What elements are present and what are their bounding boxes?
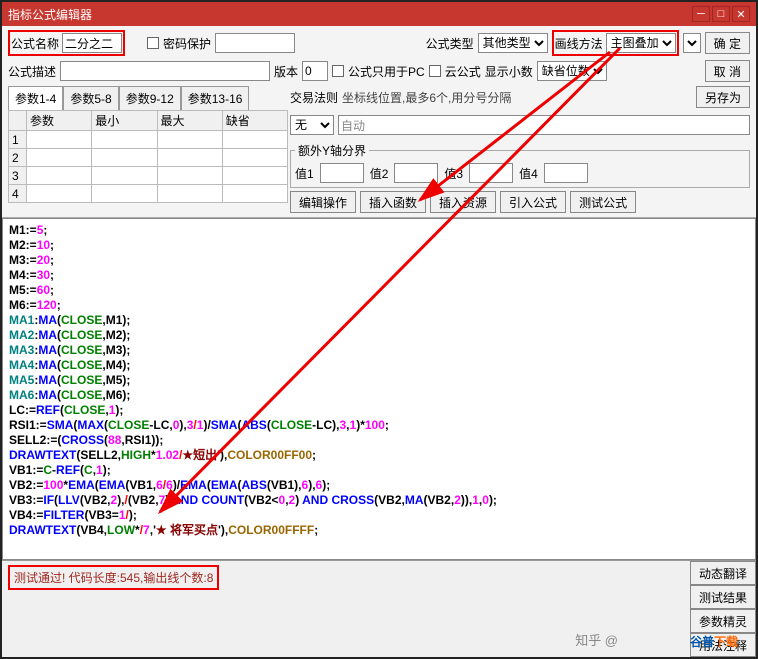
dyntrans-button[interactable]: 动态翻译 bbox=[690, 561, 756, 585]
version-label: 版本 bbox=[274, 63, 298, 80]
draw-label: 画线方法 bbox=[555, 35, 603, 52]
traderule-label: 交易法则 bbox=[290, 89, 338, 106]
param-tabs: 参数1-4 参数5-8 参数9-12 参数13-16 bbox=[8, 86, 288, 110]
form-area: 公式名称 密码保护 公式类型 其他类型 画线方法 主图叠加 确 定 公式描述 版… bbox=[2, 26, 756, 218]
y-axis-group: 额外Y轴分界 值1 值2 值3 值4 bbox=[290, 142, 750, 188]
pconly-label: 公式只用于PC bbox=[348, 63, 425, 80]
pwd-checkbox[interactable] bbox=[147, 37, 159, 49]
titlebar: 指标公式编辑器 ─ □ ✕ bbox=[2, 2, 756, 26]
val1-label: 值1 bbox=[295, 165, 314, 182]
traderule-select[interactable]: 无 bbox=[290, 115, 334, 135]
val3-input[interactable] bbox=[469, 163, 513, 183]
pwd-label: 密码保护 bbox=[163, 35, 211, 52]
ok-button[interactable]: 确 定 bbox=[705, 32, 750, 54]
draw-select-extra[interactable] bbox=[683, 33, 701, 53]
cancel-button[interactable]: 取 消 bbox=[705, 60, 750, 82]
col-max: 最大 bbox=[157, 111, 222, 131]
tab-params-9-12[interactable]: 参数9-12 bbox=[119, 86, 181, 110]
pconly-checkbox[interactable] bbox=[332, 65, 344, 77]
testfm-button[interactable]: 测试公式 bbox=[570, 191, 636, 213]
val4-input[interactable] bbox=[544, 163, 588, 183]
importfm-button[interactable]: 引入公式 bbox=[500, 191, 566, 213]
val3-label: 值3 bbox=[444, 165, 463, 182]
y-axis-legend: 额外Y轴分界 bbox=[295, 142, 369, 159]
maximize-icon[interactable]: □ bbox=[712, 6, 730, 22]
tab-params-5-8[interactable]: 参数5-8 bbox=[63, 86, 118, 110]
insertres-button[interactable]: 插入资源 bbox=[430, 191, 496, 213]
saveas-button[interactable]: 另存为 bbox=[696, 86, 750, 108]
decimals-label: 显示小数 bbox=[485, 63, 533, 80]
val2-input[interactable] bbox=[394, 163, 438, 183]
code-editor[interactable]: M1:=5;M2:=10;M3:=20;M4:=30;M5:=60;M6:=12… bbox=[2, 218, 756, 560]
tab-params-13-16[interactable]: 参数13-16 bbox=[181, 86, 250, 110]
cloud-checkbox[interactable] bbox=[429, 65, 441, 77]
col-default: 缺省 bbox=[222, 111, 287, 131]
window-title: 指标公式编辑器 bbox=[8, 6, 92, 23]
table-row: 2 bbox=[9, 149, 288, 167]
desc-input[interactable] bbox=[60, 61, 270, 81]
param-table: 参数 最小 最大 缺省 1 2 3 4 bbox=[8, 110, 288, 203]
table-row: 4 bbox=[9, 185, 288, 203]
watermark-zhihu: 知乎 @ bbox=[575, 630, 618, 649]
editops-button[interactable]: 编辑操作 bbox=[290, 191, 356, 213]
type-label: 公式类型 bbox=[426, 35, 474, 52]
pos-input[interactable] bbox=[338, 115, 750, 135]
draw-select[interactable]: 主图叠加 bbox=[606, 33, 676, 53]
type-select[interactable]: 其他类型 bbox=[478, 33, 548, 53]
col-param: 参数 bbox=[27, 111, 92, 131]
version-input[interactable] bbox=[302, 61, 328, 81]
decimals-select[interactable]: 缺省位数 bbox=[537, 61, 607, 81]
table-row: 3 bbox=[9, 167, 288, 185]
insertfn-button[interactable]: 插入函数 bbox=[360, 191, 426, 213]
watermark: 谷普下载 bbox=[690, 630, 738, 651]
name-label: 公式名称 bbox=[11, 35, 59, 52]
pwd-input[interactable] bbox=[215, 33, 295, 53]
val4-label: 值4 bbox=[519, 165, 538, 182]
col-min: 最小 bbox=[92, 111, 157, 131]
table-row: 1 bbox=[9, 131, 288, 149]
poshint-label: 坐标线位置,最多6个,用分号分隔 bbox=[342, 89, 511, 106]
close-icon[interactable]: ✕ bbox=[732, 6, 750, 22]
name-input[interactable] bbox=[62, 33, 122, 53]
val2-label: 值2 bbox=[370, 165, 389, 182]
desc-label: 公式描述 bbox=[8, 63, 56, 80]
status-text: 测试通过! 代码长度:545,输出线个数:8 bbox=[14, 571, 213, 585]
cloud-label: 云公式 bbox=[445, 63, 481, 80]
testres-button[interactable]: 测试结果 bbox=[690, 585, 756, 609]
val1-input[interactable] bbox=[320, 163, 364, 183]
minimize-icon[interactable]: ─ bbox=[692, 6, 710, 22]
tab-params-1-4[interactable]: 参数1-4 bbox=[8, 86, 63, 110]
